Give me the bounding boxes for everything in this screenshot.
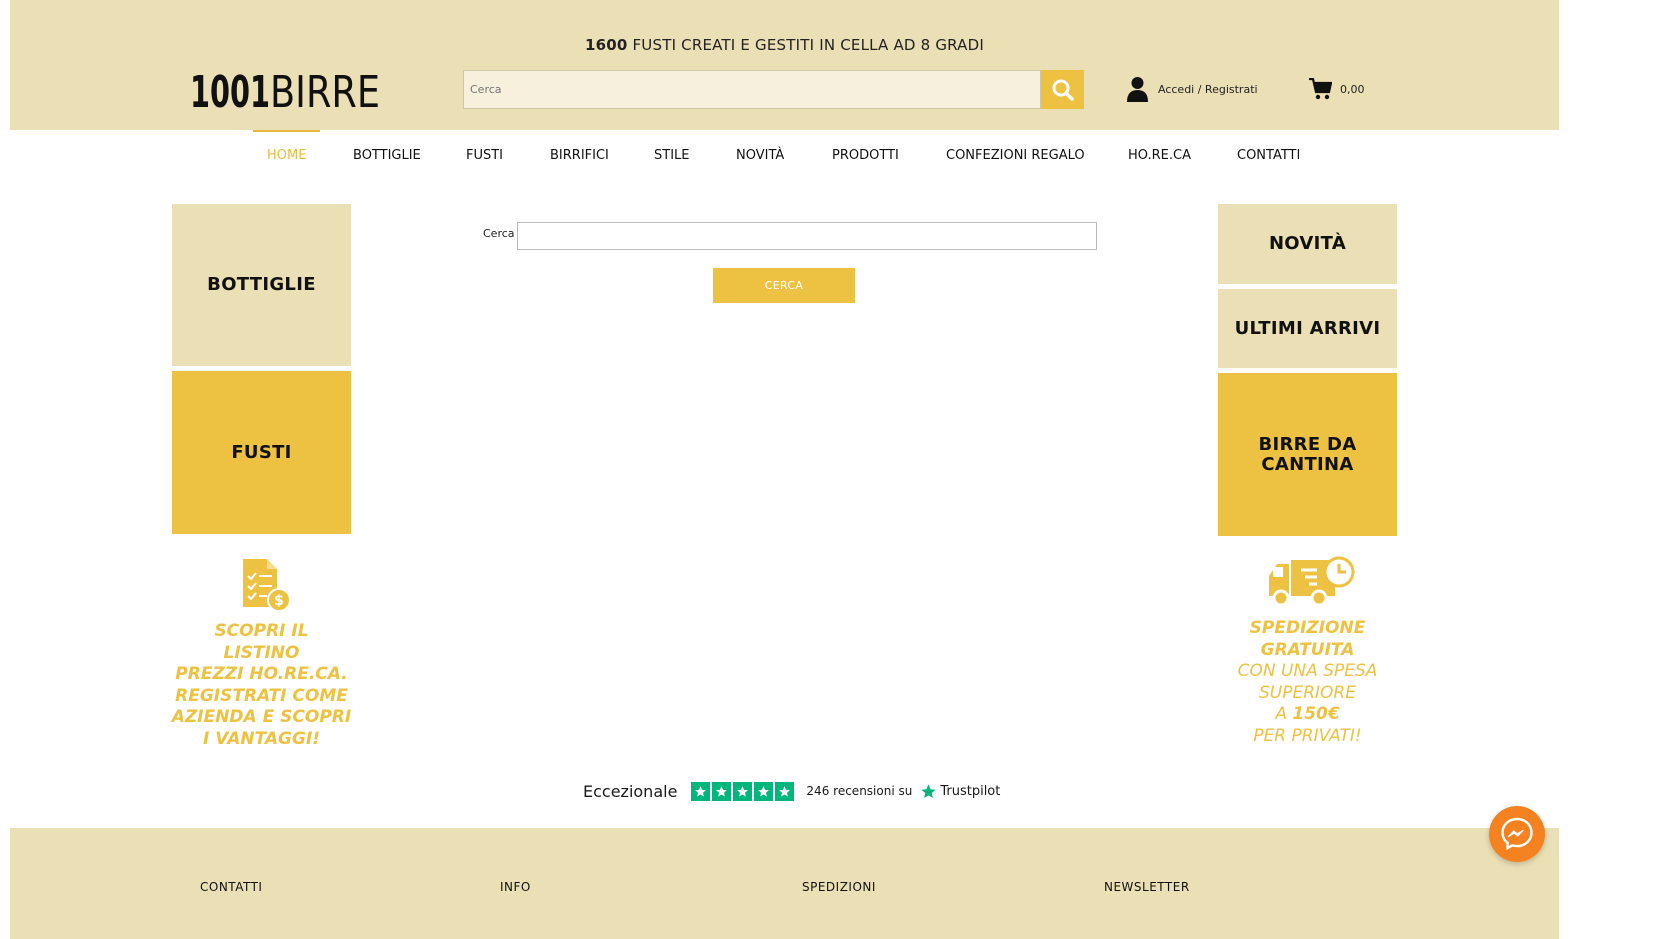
tile-bottiglie[interactable]: BOTTIGLIE	[172, 204, 351, 366]
promo-line: A 150€	[1216, 704, 1399, 726]
tile-ultimi-arrivi[interactable]: ULTIMI ARRIVI	[1218, 289, 1397, 368]
cart-icon	[1309, 78, 1332, 100]
promo-line: PREZZI HO.RE.CA.	[175, 664, 348, 684]
footer-heading-contatti: CONTATTI	[200, 880, 263, 894]
header-search-input[interactable]	[463, 70, 1041, 109]
star-icon	[712, 781, 732, 801]
promo-line: GRATUITA	[1260, 639, 1355, 660]
site-logo[interactable]: 1001 BIRRE	[190, 66, 390, 118]
header-search-button[interactable]	[1041, 70, 1084, 109]
search-form-button[interactable]: CERCA	[713, 268, 855, 303]
delivery-truck-icon	[1267, 556, 1359, 612]
tile-bottiglie-label: BOTTIGLIE	[207, 274, 316, 295]
promo-line: LISTINO	[223, 642, 300, 663]
site-header: 1600 FUSTI CREATI E GESTITI IN CELLA AD …	[10, 0, 1559, 130]
cart-total: 0,00	[1340, 82, 1365, 96]
svg-text:BIRRE: BIRRE	[270, 67, 380, 112]
promo-line: CON UNA SPESA	[1237, 661, 1378, 681]
trustpilot-widget[interactable]: Eccezionale 246 recensioni su Trustpilot	[583, 778, 1000, 804]
header-tagline: 1600 FUSTI CREATI E GESTITI IN CELLA AD …	[10, 36, 1559, 54]
star-icon	[775, 781, 795, 801]
header-search	[463, 70, 1084, 109]
tile-novita[interactable]: NOVITÀ	[1218, 204, 1397, 284]
nav-prodotti[interactable]: PRODOTTI	[832, 130, 899, 182]
trustpilot-review-count: 246 recensioni su	[806, 784, 912, 798]
nav-fusti[interactable]: FUSTI	[466, 130, 503, 182]
tile-fusti[interactable]: FUSTI	[172, 371, 351, 534]
tile-birre-da-cantina-label: BIRRE DA CANTINA	[1258, 433, 1357, 475]
nav-contatti[interactable]: CONTATTI	[1237, 130, 1300, 182]
promo-line: AZIENDA E SCOPRI	[171, 707, 352, 727]
horeca-promo-text[interactable]: SCOPRI IL LISTINO PREZZI HO.RE.CA. REGIS…	[170, 621, 353, 750]
promo-line: SUPERIORE	[1259, 682, 1356, 703]
trustpilot-logo: Trustpilot	[920, 783, 1000, 800]
site-footer: CONTATTI INFO SPEDIZIONI NEWSLETTER	[10, 828, 1559, 939]
promo-line: REGISTRATI COME	[175, 685, 348, 706]
free-shipping-promo-text: SPEDIZIONE GRATUITA CON UNA SPESA SUPERI…	[1216, 618, 1399, 747]
footer-heading-newsletter: NEWSLETTER	[1104, 880, 1190, 894]
nav-bottiglie[interactable]: BOTTIGLIE	[353, 130, 421, 182]
tagline-number: 1600	[584, 36, 628, 54]
nav-horeca[interactable]: HO.RE.CA	[1128, 130, 1191, 182]
search-icon	[1051, 78, 1075, 102]
trustpilot-rating-word: Eccezionale	[583, 781, 678, 801]
trustpilot-star-icon	[920, 783, 937, 800]
nav-birrifici[interactable]: BIRRIFICI	[550, 130, 609, 182]
trustpilot-stars	[691, 781, 795, 801]
nav-stile[interactable]: STILE	[654, 130, 689, 182]
tagline-text: FUSTI CREATI E GESTITI IN CELLA AD 8 GRA…	[627, 36, 985, 54]
search-form-input[interactable]	[517, 222, 1097, 250]
trustpilot-brand: Trustpilot	[940, 783, 1001, 799]
nav-home[interactable]: HOME	[267, 130, 306, 182]
promo-amount: 150€	[1292, 704, 1340, 724]
search-form-label: Cerca	[483, 227, 515, 240]
promo-prefix: A	[1275, 704, 1293, 724]
star-icon	[691, 781, 711, 801]
account-label: Accedi / Registrati	[1158, 82, 1258, 96]
page: 1600 FUSTI CREATI E GESTITI IN CELLA AD …	[10, 0, 1559, 939]
nav-novita[interactable]: NOVITÀ	[736, 130, 784, 182]
account-link[interactable]: Accedi / Registrati	[1127, 76, 1258, 102]
main-nav: HOME BOTTIGLIE FUSTI BIRRIFICI STILE NOV…	[10, 130, 1559, 182]
footer-heading-info: INFO	[500, 880, 531, 894]
tile-novita-label: NOVITÀ	[1268, 233, 1347, 254]
promo-line: I VANTAGGI!	[202, 728, 321, 749]
promo-line: SPEDIZIONE	[1249, 618, 1366, 638]
messenger-chat-button[interactable]	[1489, 806, 1545, 862]
tile-ultimi-arrivi-label: ULTIMI ARRIVI	[1234, 317, 1381, 339]
promo-line: SCOPRI IL	[214, 621, 309, 641]
svg-text:$: $	[274, 593, 284, 609]
promo-line: PER PRIVATI!	[1253, 725, 1362, 746]
star-icon	[754, 781, 774, 801]
star-icon	[733, 781, 753, 801]
svg-text:1001: 1001	[190, 67, 270, 112]
review-count-number: 246	[806, 784, 830, 798]
footer-heading-spedizioni: SPEDIZIONI	[802, 880, 876, 894]
nav-confezioni-regalo[interactable]: CONFEZIONI REGALO	[946, 130, 1085, 182]
tile-birre-da-cantina[interactable]: BIRRE DA CANTINA	[1218, 373, 1397, 536]
review-count-suffix: recensioni su	[833, 784, 913, 798]
price-list-icon: $	[241, 557, 293, 617]
tile-fusti-label: FUSTI	[231, 441, 292, 463]
cart-link[interactable]: 0,00	[1309, 77, 1365, 101]
messenger-icon	[1499, 816, 1535, 852]
user-icon	[1127, 76, 1148, 102]
